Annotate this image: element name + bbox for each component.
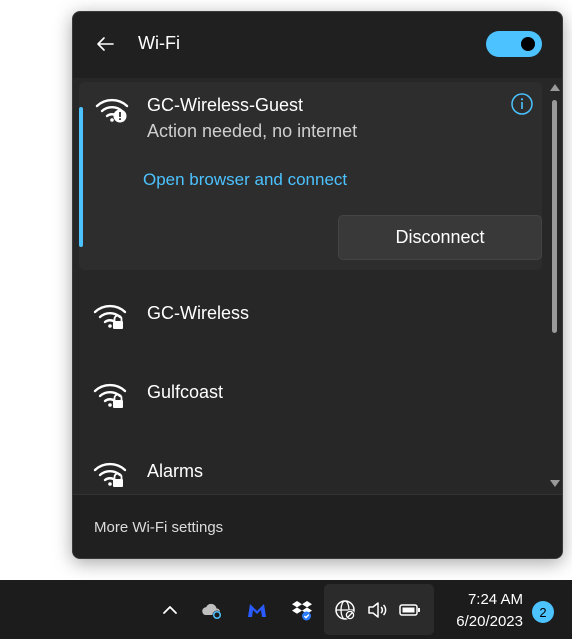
dropbox-icon[interactable] — [290, 598, 314, 622]
chevron-up-icon[interactable] — [160, 602, 180, 618]
selection-accent-bar — [79, 107, 83, 247]
network-icon — [335, 600, 355, 620]
battery-icon — [399, 604, 420, 616]
volume-icon — [368, 602, 387, 618]
network-item-gc-wireless[interactable]: GC-Wireless — [73, 277, 543, 355]
scroll-thumb[interactable] — [552, 100, 557, 333]
wifi-secured-icon — [93, 383, 127, 408]
taskbar: 7:24 AM 6/20/2023 2 — [0, 580, 572, 639]
network-item-alarms[interactable]: Alarms — [73, 435, 543, 494]
scroll-down-icon[interactable] — [550, 480, 560, 487]
onedrive-icon[interactable] — [200, 598, 224, 622]
info-icon[interactable] — [510, 92, 534, 116]
clock-date[interactable]: 6/20/2023 — [440, 613, 523, 630]
wifi-flyout: Wi-Fi GC-Wireless-Guest Action needed, n… — [72, 11, 563, 559]
network-list: GC-Wireless-Guest Action needed, no inte… — [73, 78, 562, 494]
clock-time[interactable]: 7:24 AM — [443, 591, 523, 608]
back-arrow-icon[interactable] — [95, 34, 115, 54]
wifi-toggle[interactable] — [486, 31, 542, 57]
flyout-header: Wi-Fi — [73, 12, 562, 78]
malwarebytes-icon[interactable] — [245, 598, 269, 622]
open-browser-link[interactable]: Open browser and connect — [143, 170, 347, 190]
flyout-footer: More Wi-Fi settings — [73, 494, 562, 558]
wifi-warning-icon — [95, 98, 129, 123]
wifi-secured-icon — [93, 304, 127, 329]
wifi-secured-icon — [93, 462, 127, 487]
more-wifi-settings-link[interactable]: More Wi-Fi settings — [94, 519, 223, 536]
toggle-knob — [521, 37, 535, 51]
connected-network-card[interactable]: GC-Wireless-Guest Action needed, no inte… — [79, 82, 542, 270]
disconnect-button[interactable]: Disconnect — [338, 215, 542, 260]
list-scrollbar[interactable] — [547, 78, 561, 494]
system-tray-group[interactable] — [324, 584, 434, 635]
connected-network-status: Action needed, no internet — [147, 121, 358, 141]
scroll-up-icon[interactable] — [550, 84, 560, 91]
network-name: GC-Wireless — [147, 303, 249, 323]
flyout-title: Wi-Fi — [138, 33, 180, 53]
network-item-gulfcoast[interactable]: Gulfcoast — [73, 356, 543, 434]
network-name: Gulfcoast — [147, 382, 224, 402]
connected-network-name: GC-Wireless-Guest — [147, 95, 304, 115]
notification-badge[interactable]: 2 — [532, 601, 554, 623]
network-name: Alarms — [147, 461, 204, 481]
